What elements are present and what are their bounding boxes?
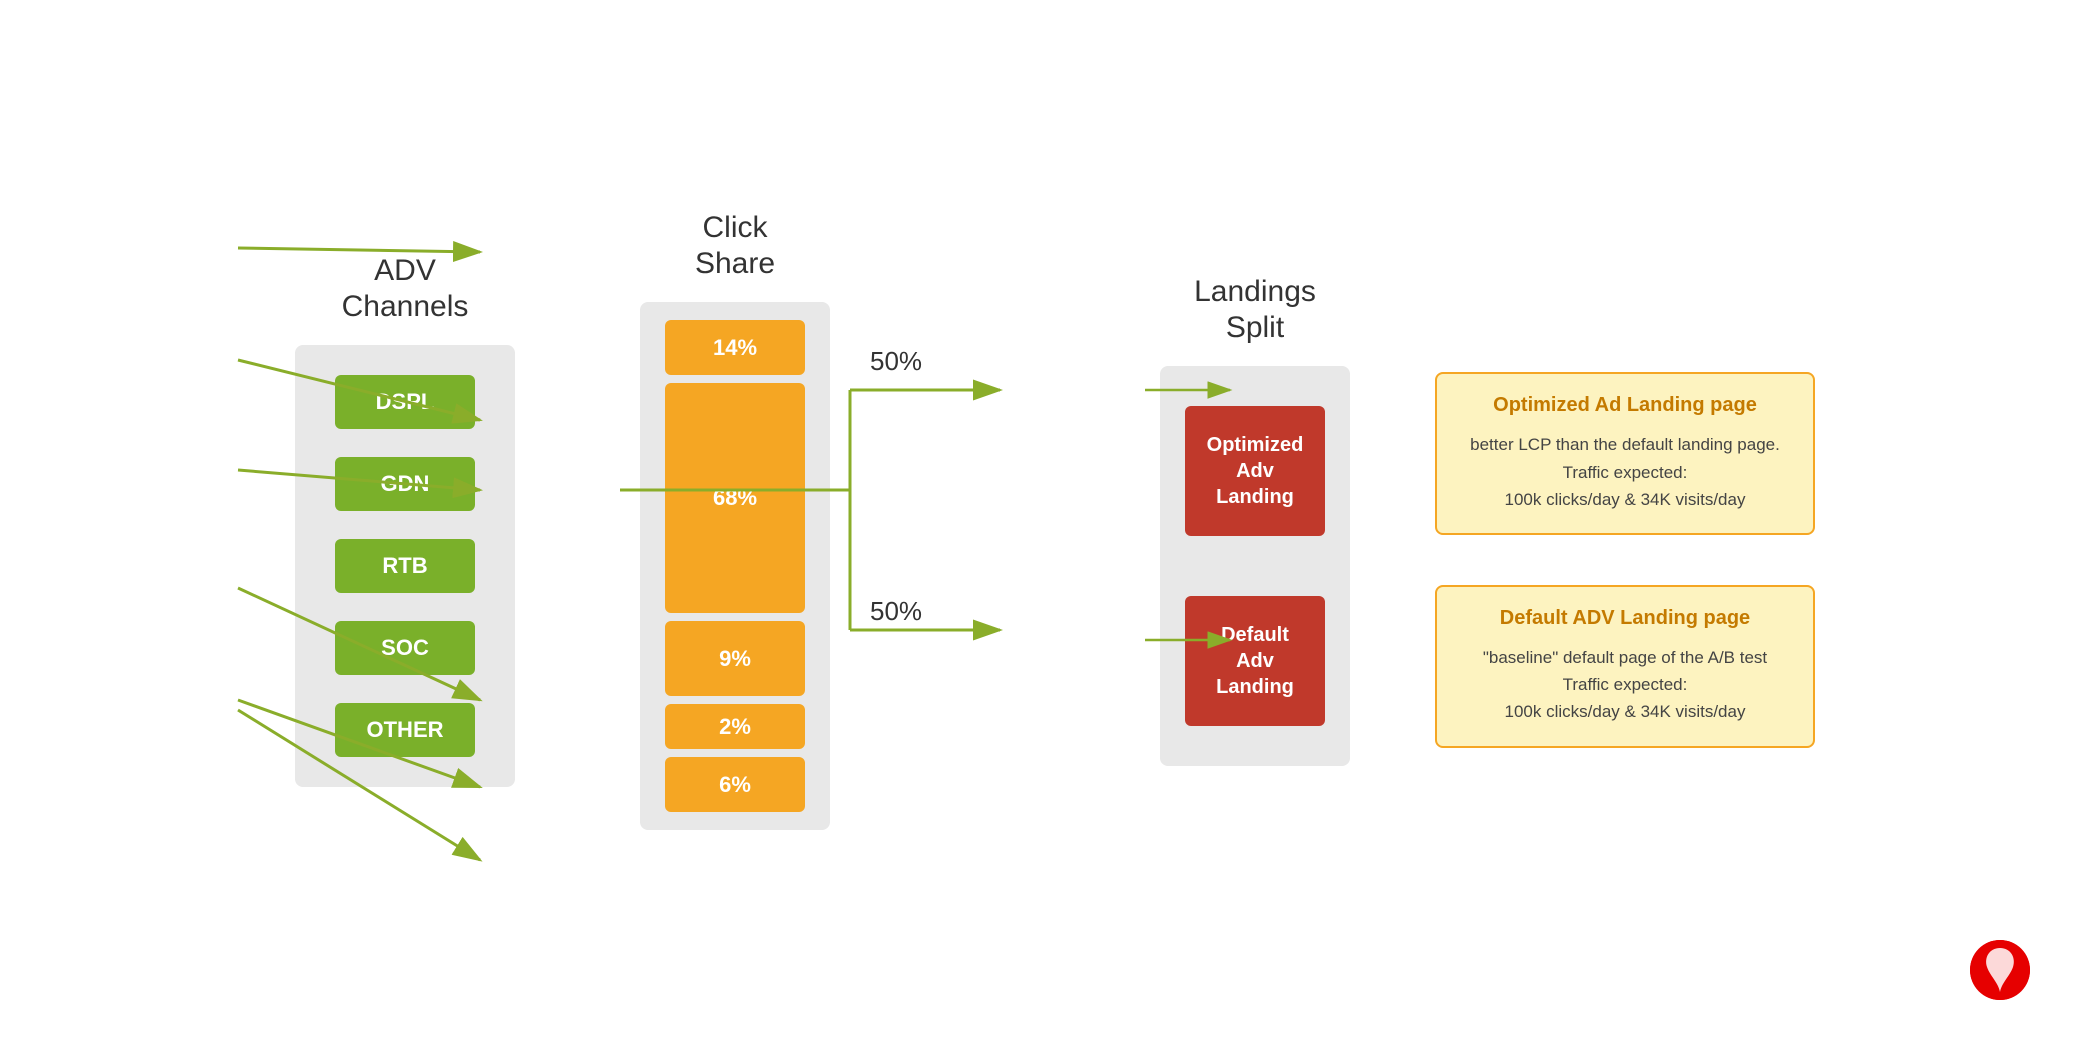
- channel-rtb: RTB: [335, 539, 475, 593]
- landings-col-inner: OptimizedAdvLanding DefaultAdvLanding: [1160, 366, 1350, 766]
- adv-channels-column: ADVChannels DSPL GDN RTB SOC OTHER: [275, 253, 535, 787]
- channel-gdn: GDN: [335, 457, 475, 511]
- vodafone-logo: [1970, 940, 2030, 1000]
- click-9: 9%: [665, 621, 805, 696]
- click-header: ClickShare: [695, 210, 775, 282]
- info-card-optimized-body: better LCP than the default landing page…: [1461, 431, 1789, 513]
- click-6: 6%: [665, 757, 805, 812]
- info-card-default: Default ADV Landing page "baseline" defa…: [1435, 585, 1815, 748]
- landings-header: LandingsSplit: [1194, 274, 1316, 346]
- adv-header: ADVChannels: [342, 253, 469, 325]
- click-col-inner: 14% 68% 9% 2% 6%: [640, 302, 830, 830]
- channel-other: OTHER: [335, 703, 475, 757]
- info-card-optimized-title: Optimized Ad Landing page: [1461, 394, 1789, 417]
- diagram-container: ADVChannels DSPL GDN RTB SOC OTHER Click…: [0, 0, 2090, 1040]
- channel-soc: SOC: [335, 621, 475, 675]
- landing-default: DefaultAdvLanding: [1185, 596, 1325, 726]
- adv-col-inner: DSPL GDN RTB SOC OTHER: [295, 345, 515, 787]
- info-cards-column: Optimized Ad Landing page better LCP tha…: [1435, 292, 1815, 747]
- channel-dspl: DSPL: [335, 375, 475, 429]
- click-14: 14%: [665, 320, 805, 375]
- info-card-default-title: Default ADV Landing page: [1461, 607, 1789, 630]
- click-2: 2%: [665, 704, 805, 749]
- click-68: 68%: [665, 383, 805, 613]
- vodafone-icon: [1970, 940, 2030, 1000]
- info-card-default-body: "baseline" default page of the A/B testT…: [1461, 644, 1789, 726]
- landing-optimized: OptimizedAdvLanding: [1185, 406, 1325, 536]
- click-share-column: ClickShare 14% 68% 9% 2% 6%: [615, 210, 855, 830]
- landings-split-column: LandingsSplit OptimizedAdvLanding Defaul…: [1135, 274, 1375, 766]
- info-card-optimized: Optimized Ad Landing page better LCP tha…: [1435, 372, 1815, 535]
